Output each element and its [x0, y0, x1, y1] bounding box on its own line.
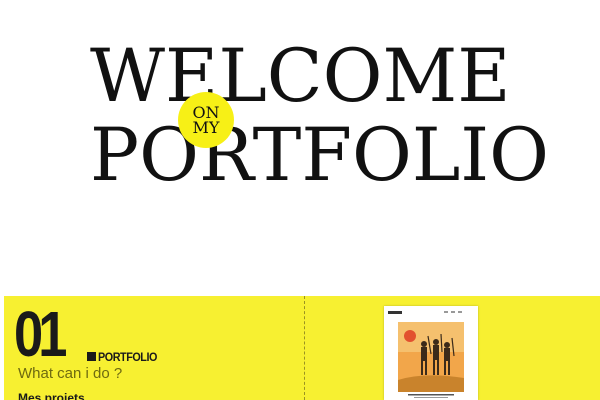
section-heading: Mes projets	[18, 391, 85, 400]
hero-badge: ON MY	[178, 92, 234, 148]
section-square-icon	[87, 352, 96, 361]
hero-section: WELCOME ON MY PORTFOLIO	[0, 0, 600, 296]
hero-title-line-2: PORTFOLIO	[90, 113, 549, 198]
project-thumbnail[interactable]	[384, 306, 478, 400]
section-label: PORTFOLIO	[98, 350, 157, 364]
hero-title-line-1: WELCOME	[90, 34, 511, 119]
section-number: 01	[14, 298, 67, 370]
hero-badge-line-2: MY	[192, 118, 220, 137]
section-divider	[304, 296, 305, 400]
section-subtitle: What can i do ?	[18, 365, 123, 382]
poster-illustration-icon	[384, 306, 478, 398]
portfolio-section: 01 PORTFOLIO What can i do ? Mes projets	[4, 296, 600, 400]
